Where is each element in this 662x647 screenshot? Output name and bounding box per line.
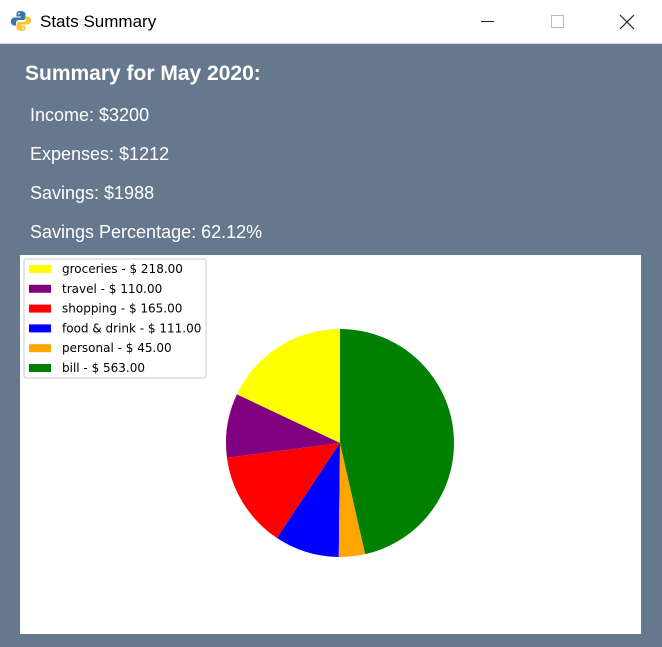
legend-label: bill - $ 563.00 bbox=[62, 361, 145, 375]
maximize-icon bbox=[550, 15, 564, 28]
close-icon bbox=[619, 14, 635, 29]
legend-label: shopping - $ 165.00 bbox=[62, 302, 182, 316]
savings-label: Savings: $1988 bbox=[30, 183, 155, 203]
window-title: Stats Summary bbox=[40, 12, 157, 31]
bottom-strip bbox=[0, 634, 662, 647]
legend-label: personal - $ 45.00 bbox=[62, 341, 172, 355]
legend-swatch bbox=[29, 344, 51, 353]
legend-swatch bbox=[29, 284, 51, 293]
expenses-label: Expenses: $1212 bbox=[30, 144, 170, 164]
legend-swatch bbox=[29, 324, 51, 333]
legend-label: food & drink - $ 111.00 bbox=[62, 321, 201, 335]
legend-swatch bbox=[29, 265, 51, 273]
maximize-button[interactable] bbox=[522, 0, 592, 43]
legend-label: groceries - $ 218.00 bbox=[62, 262, 183, 276]
close-button[interactable] bbox=[592, 0, 662, 43]
summary-window-body: Summary for May 2020: Income: $3200 Expe… bbox=[0, 44, 662, 647]
python-icon bbox=[11, 11, 31, 31]
pie-chart: groceries - $ 218.00 travel - $ 110.00 sho… bbox=[23, 258, 454, 557]
legend-label: travel - $ 110.00 bbox=[62, 282, 162, 296]
legend-swatch bbox=[29, 304, 51, 313]
savings-percentage-label: Savings Percentage: 62.12% bbox=[30, 222, 263, 242]
pie-chart-panel: groceries - $ 218.00 travel - $ 110.00 sho… bbox=[20, 255, 641, 634]
minimize-icon bbox=[480, 21, 494, 22]
title-bar: Stats Summary bbox=[0, 0, 662, 44]
legend-swatch bbox=[29, 364, 51, 372]
summary-heading: Summary for May 2020: bbox=[25, 62, 261, 85]
income-label: Income: $3200 bbox=[30, 105, 150, 125]
pie-slices bbox=[226, 329, 454, 557]
chart-legend: groceries - $ 218.00 travel - $ 110.00 sho… bbox=[23, 258, 207, 379]
minimize-button[interactable] bbox=[452, 0, 522, 43]
